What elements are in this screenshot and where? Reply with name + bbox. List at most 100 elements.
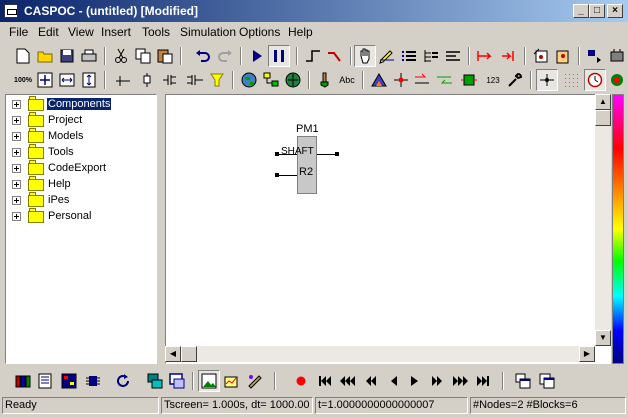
link-icon[interactable] <box>498 45 520 67</box>
split-icon[interactable] <box>160 69 182 91</box>
numeric-display-icon[interactable]: 123 <box>482 69 504 91</box>
cut-icon[interactable] <box>110 45 132 67</box>
globe-icon[interactable] <box>238 69 260 91</box>
align-icon[interactable] <box>442 45 464 67</box>
schematic-icon[interactable] <box>58 370 80 392</box>
scope-icon[interactable] <box>144 370 166 392</box>
funnel-icon[interactable] <box>206 69 228 91</box>
scroll-left-button[interactable]: ◀ <box>165 346 181 362</box>
grid-icon[interactable] <box>560 69 582 91</box>
flip-icon[interactable] <box>584 45 606 67</box>
terminal-icon[interactable] <box>136 69 158 91</box>
paste-icon[interactable] <box>154 45 176 67</box>
palette-icon[interactable] <box>244 370 266 392</box>
horizontal-scroll-thumb[interactable] <box>181 346 197 362</box>
model-icon[interactable] <box>368 69 390 91</box>
node-r2[interactable] <box>275 173 279 177</box>
redo-icon[interactable] <box>214 45 236 67</box>
undo-icon[interactable] <box>192 45 214 67</box>
zoom-fit-icon[interactable] <box>34 69 56 91</box>
clock-icon[interactable] <box>584 69 606 91</box>
refresh-icon[interactable] <box>112 370 134 392</box>
new-document-icon[interactable] <box>12 45 34 67</box>
dot-node-icon[interactable] <box>536 69 558 91</box>
minimize-button[interactable]: _ <box>573 4 589 18</box>
scroll-right-button[interactable]: ▶ <box>579 346 595 362</box>
menu-options[interactable]: Options <box>239 25 280 39</box>
window-cascade-icon[interactable] <box>512 370 534 392</box>
scroll-up-button[interactable]: ▲ <box>595 94 611 110</box>
menu-edit[interactable]: Edit <box>38 25 59 39</box>
run-simulation-icon[interactable] <box>246 45 268 67</box>
color-icon[interactable] <box>606 69 628 91</box>
sub-scope-icon[interactable] <box>166 370 188 392</box>
vertical-scroll-thumb[interactable] <box>595 110 611 126</box>
zoom-height-icon[interactable] <box>78 69 100 91</box>
expand-icon[interactable] <box>12 132 21 141</box>
wire-tool-icon[interactable] <box>302 45 324 67</box>
schematic-canvas[interactable] <box>165 94 611 364</box>
expand-icon[interactable] <box>12 164 21 173</box>
hand-pan-icon[interactable] <box>354 45 376 67</box>
copy-icon[interactable] <box>132 45 154 67</box>
tree-item-codeexport[interactable]: CodeExport <box>6 160 156 177</box>
node-icon[interactable] <box>112 69 134 91</box>
expand-icon[interactable] <box>12 148 21 157</box>
play-icon[interactable] <box>404 370 426 392</box>
brush-icon[interactable] <box>314 69 336 91</box>
step-back-icon[interactable] <box>382 370 404 392</box>
record-icon[interactable] <box>290 370 312 392</box>
cross-node-icon[interactable] <box>390 69 412 91</box>
goto-start-icon[interactable] <box>314 370 336 392</box>
menu-tools[interactable]: Tools <box>142 25 170 39</box>
switch-icon[interactable] <box>458 69 480 91</box>
tree-item-models[interactable]: Models <box>6 128 156 145</box>
list-icon[interactable] <box>398 45 420 67</box>
app-icon[interactable] <box>4 4 18 18</box>
expand-icon[interactable] <box>12 100 21 109</box>
web-icon[interactable] <box>282 69 304 91</box>
tree-item-components[interactable]: Components <box>6 96 156 113</box>
paste-diagram-icon[interactable] <box>552 45 574 67</box>
expand-icon[interactable] <box>12 116 21 125</box>
window-tile-icon[interactable] <box>536 370 558 392</box>
menu-help[interactable]: Help <box>288 25 313 39</box>
menu-insert[interactable]: Insert <box>101 25 131 39</box>
image-icon[interactable] <box>198 370 220 392</box>
tree-item-help[interactable]: Help <box>6 176 156 193</box>
step-forward-icon[interactable] <box>426 370 448 392</box>
save-icon[interactable] <box>56 45 78 67</box>
expand-icon[interactable] <box>12 212 21 221</box>
goto-end-icon[interactable] <box>472 370 494 392</box>
document-icon[interactable] <box>34 370 56 392</box>
library-icon[interactable] <box>12 370 34 392</box>
tree-item-tools[interactable]: Tools <box>6 144 156 161</box>
menu-file[interactable]: File <box>9 25 28 39</box>
node-shaft[interactable] <box>275 152 279 156</box>
menu-view[interactable]: View <box>68 25 94 39</box>
print-icon[interactable] <box>78 45 100 67</box>
node-output[interactable] <box>335 152 339 156</box>
tree-item-project[interactable]: Project <box>6 112 156 129</box>
close-button[interactable]: × <box>607 4 623 18</box>
tree-icon[interactable] <box>420 45 442 67</box>
open-folder-icon[interactable] <box>34 45 56 67</box>
tree-item-ipes[interactable]: iPes <box>6 192 156 209</box>
plot-icon[interactable] <box>220 370 242 392</box>
pm1-block[interactable] <box>297 136 317 194</box>
edit-block-icon[interactable] <box>376 45 398 67</box>
network-icon[interactable] <box>260 69 282 91</box>
draw-line-icon[interactable] <box>324 45 346 67</box>
fast-forward-icon[interactable] <box>450 370 472 392</box>
zoom-100-icon[interactable]: 100% <box>12 69 34 91</box>
arrow-right-icon[interactable] <box>412 69 434 91</box>
pause-simulation-icon[interactable] <box>268 45 290 67</box>
menu-simulation[interactable]: Simulation <box>180 25 236 39</box>
panel-splitter[interactable] <box>157 94 163 364</box>
chip-icon[interactable] <box>82 370 104 392</box>
probe-icon[interactable] <box>474 45 496 67</box>
scroll-down-button[interactable]: ▼ <box>595 330 611 346</box>
maximize-button[interactable]: □ <box>589 4 605 18</box>
component-icon[interactable] <box>606 45 628 67</box>
text-tool-icon[interactable]: Abc <box>336 69 358 91</box>
